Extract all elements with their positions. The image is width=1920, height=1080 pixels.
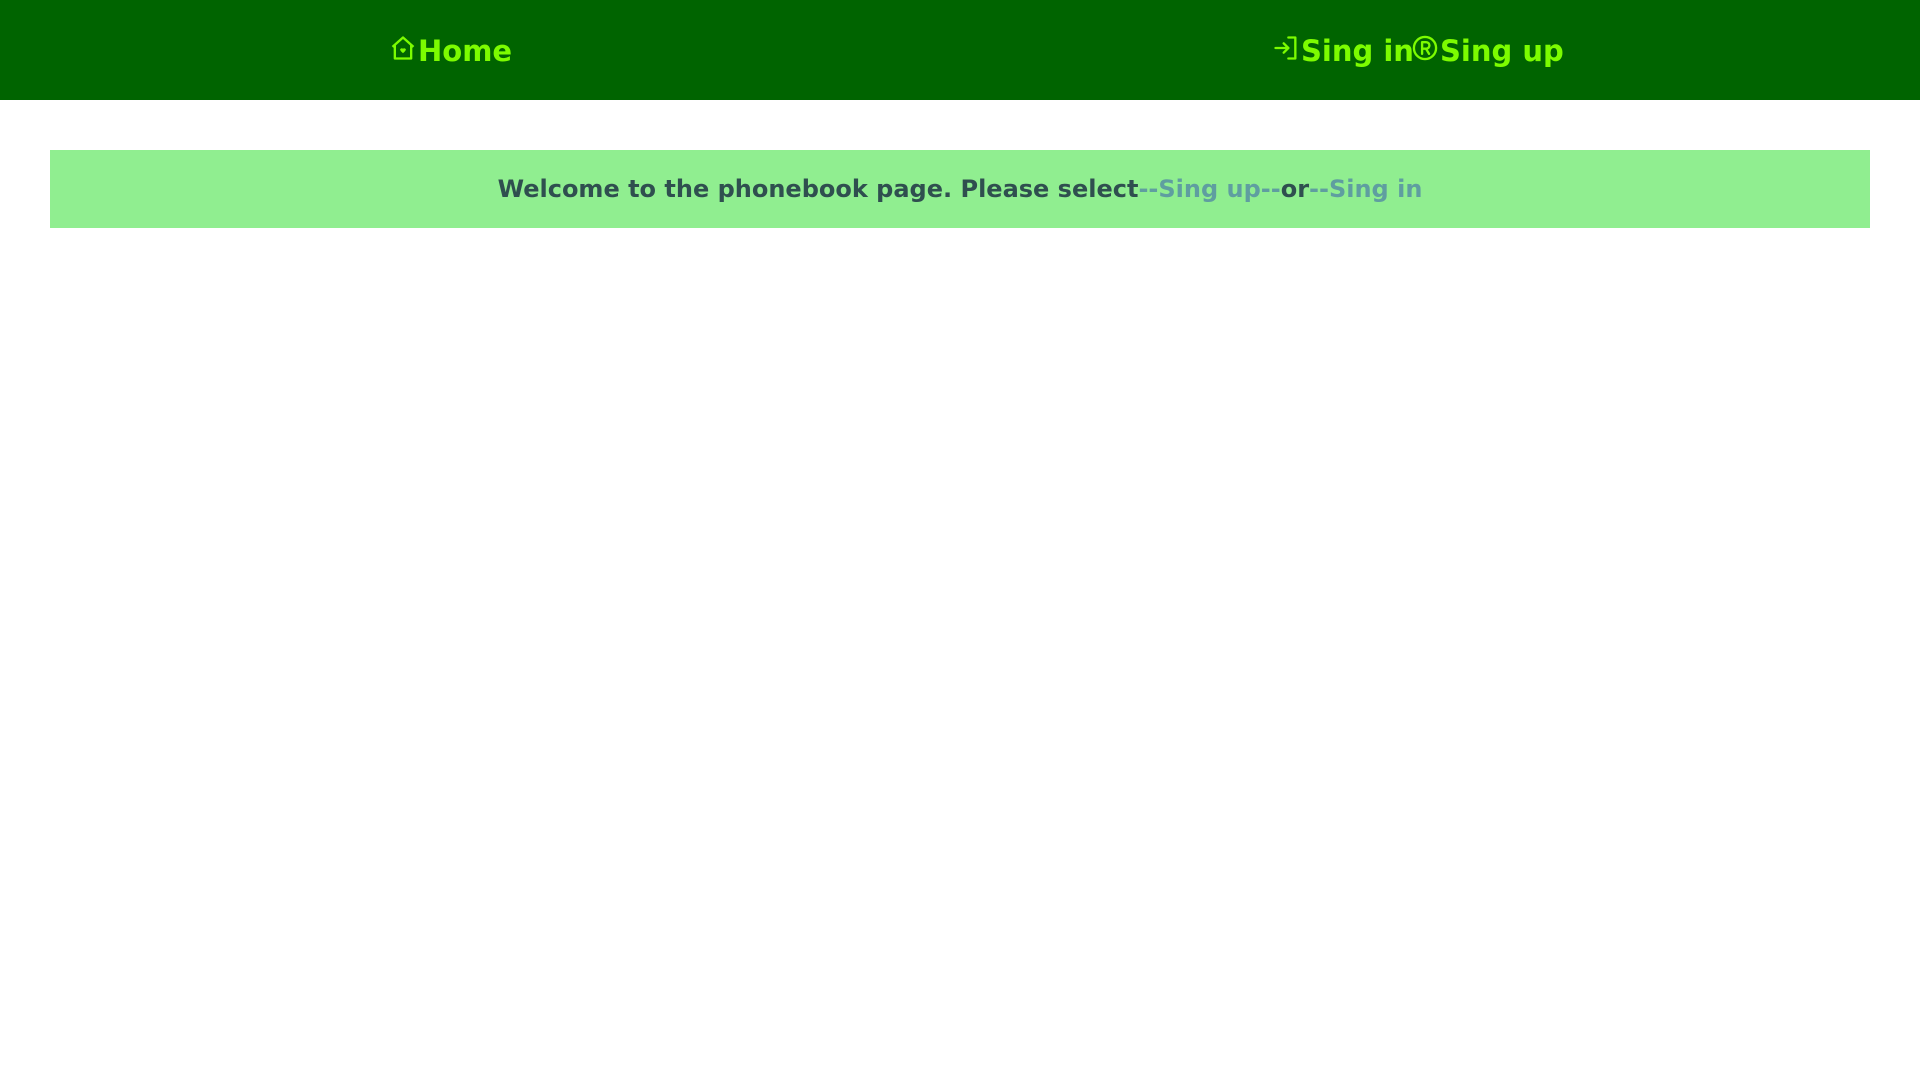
banner-signup-link[interactable]: --Sing up-- <box>1138 175 1280 203</box>
banner-or-text: or <box>1280 175 1310 203</box>
welcome-banner: Welcome to the phonebook page. Please se… <box>50 150 1870 228</box>
registered-icon <box>1411 34 1439 62</box>
signup-link[interactable]: Sing up <box>1411 30 1564 72</box>
login-icon <box>1272 34 1300 62</box>
top-navbar: Home Sing in Sing up <box>0 0 1920 100</box>
signin-link[interactable]: Sing in <box>1272 30 1414 72</box>
signin-link-label: Sing in <box>1301 34 1414 68</box>
banner-signin-link[interactable]: --Sing in <box>1309 175 1422 203</box>
home-icon <box>389 34 417 62</box>
home-link-label: Home <box>418 34 513 68</box>
welcome-text: Welcome to the phonebook page. Please se… <box>497 175 1139 203</box>
home-link[interactable]: Home <box>389 30 512 72</box>
signup-link-label: Sing up <box>1440 34 1564 68</box>
